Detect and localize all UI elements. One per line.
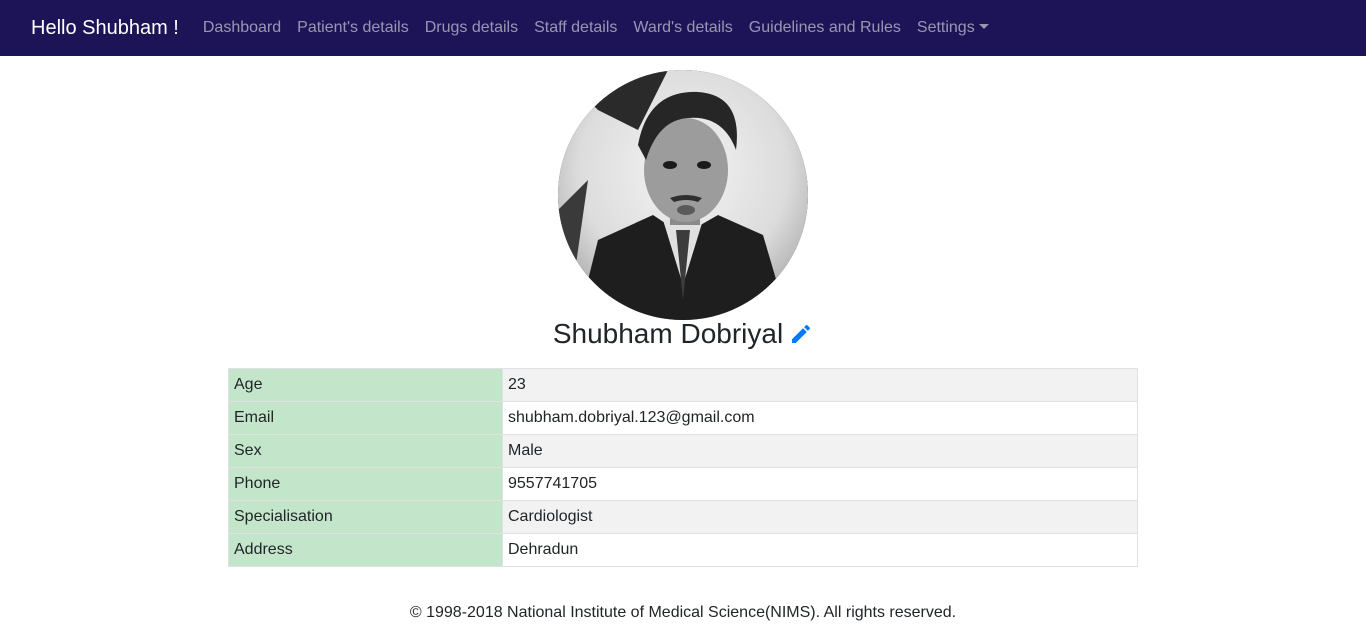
table-row: Sex Male xyxy=(228,434,1138,468)
table-row: Email shubham.dobriyal.123@gmail.com xyxy=(228,401,1138,435)
row-label: Specialisation xyxy=(228,500,503,534)
row-value: Cardiologist xyxy=(502,500,1138,534)
nav-link-wards-details[interactable]: Ward's details xyxy=(625,19,740,37)
table-row: Phone 9557741705 xyxy=(228,467,1138,501)
nav-links: Dashboard Patient's details Drugs detail… xyxy=(195,19,997,37)
settings-dropdown[interactable]: Settings xyxy=(909,19,997,37)
top-navbar: Hello Shubham ! Dashboard Patient's deta… xyxy=(0,0,1366,56)
row-value: shubham.dobriyal.123@gmail.com xyxy=(502,401,1138,435)
table-row: Specialisation Cardiologist xyxy=(228,500,1138,534)
table-row: Age 23 xyxy=(228,368,1138,402)
profile-avatar xyxy=(558,70,808,320)
nav-link-drugs-details[interactable]: Drugs details xyxy=(417,19,526,37)
caret-down-icon xyxy=(978,24,989,29)
nav-link-patients-details[interactable]: Patient's details xyxy=(289,19,417,37)
profile-name-heading: Shubham Dobriyal xyxy=(0,318,1366,353)
table-row: Address Dehradun xyxy=(228,533,1138,567)
row-label: Address xyxy=(228,533,503,567)
footer-copyright: © 1998-2018 National Institute of Medica… xyxy=(409,604,957,621)
row-label: Age xyxy=(228,368,503,402)
nav-link-staff-details[interactable]: Staff details xyxy=(526,19,625,37)
row-value: Dehradun xyxy=(502,533,1138,567)
nav-link-guidelines[interactable]: Guidelines and Rules xyxy=(741,19,909,37)
settings-label: Settings xyxy=(916,19,975,36)
row-value: Male xyxy=(502,434,1138,468)
pencil-icon[interactable] xyxy=(789,321,813,353)
profile-name: Shubham Dobriyal xyxy=(552,318,784,349)
profile-details-table: Age 23 Email shubham.dobriyal.123@gmail.… xyxy=(228,368,1138,567)
row-label: Sex xyxy=(228,434,503,468)
row-label: Phone xyxy=(228,467,503,501)
row-value: 9557741705 xyxy=(502,467,1138,501)
navbar-brand[interactable]: Hello Shubham ! xyxy=(31,17,179,40)
row-value: 23 xyxy=(502,368,1138,402)
nav-link-dashboard[interactable]: Dashboard xyxy=(195,19,289,37)
avatar-photo xyxy=(558,70,808,320)
row-label: Email xyxy=(228,401,503,435)
